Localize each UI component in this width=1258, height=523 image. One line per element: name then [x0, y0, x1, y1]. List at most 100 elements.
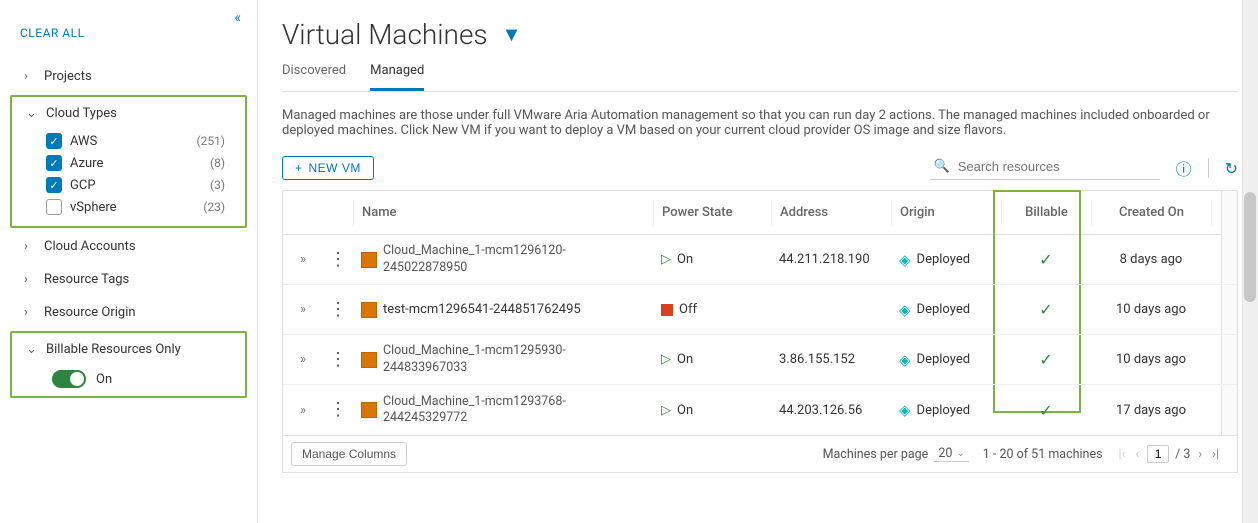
option-count: (251)	[196, 134, 225, 148]
table-row: » ⋮ Cloud_Machine_1-mcm1296120-245022878…	[283, 235, 1237, 285]
filter-header-cloud-types[interactable]: ⌄ Cloud Types	[12, 99, 245, 128]
new-vm-button[interactable]: + NEW VM	[282, 156, 374, 180]
play-icon: ▷	[661, 403, 671, 418]
created-on: 17 days ago	[1091, 403, 1211, 418]
refresh-icon[interactable]: ↻	[1225, 159, 1238, 178]
page-title: Virtual Machines	[282, 18, 488, 51]
per-page-value: 20	[938, 446, 952, 461]
billable-toggle[interactable]	[52, 370, 86, 388]
range-label: 1 - 20 of 51 machines	[983, 447, 1103, 462]
filter-resource-tags: › Resource Tags	[0, 263, 257, 296]
vm-icon	[361, 302, 377, 318]
power-state: On	[677, 252, 693, 267]
col-origin[interactable]: Origin	[891, 200, 1001, 226]
tabs: Discovered Managed	[282, 63, 1238, 92]
separator	[1208, 158, 1209, 178]
search-resources[interactable]: 🔍	[930, 156, 1160, 180]
expand-icon[interactable]: »	[300, 403, 306, 418]
row-menu-icon[interactable]: ⋮	[329, 251, 347, 269]
col-billable[interactable]: Billable	[1001, 200, 1091, 226]
clear-all-link[interactable]: CLEAR ALL	[0, 10, 257, 60]
check-icon: ✓	[1039, 300, 1052, 319]
cloud-type-aws[interactable]: ✓AWS (251)	[24, 130, 245, 152]
filter-label: Cloud Accounts	[44, 239, 136, 254]
origin-label: Deployed	[917, 403, 971, 418]
col-power[interactable]: Power State	[653, 200, 771, 226]
highlight-cloud-types: ⌄ Cloud Types ✓AWS (251) ✓Azure (8) ✓GCP…	[10, 95, 247, 228]
cloud-type-vsphere[interactable]: vSphere (23)	[24, 196, 245, 218]
check-icon: ✓	[1039, 250, 1052, 269]
vm-name[interactable]: Cloud_Machine_1-mcm1296120-245022878950	[383, 243, 645, 276]
chevron-down-icon: ⌄	[26, 106, 40, 121]
checkbox-icon[interactable]: ✓	[46, 155, 62, 171]
vm-name[interactable]: Cloud_Machine_1-mcm1293768-244245329772	[383, 394, 645, 427]
main-content: Virtual Machines ▼ Discovered Managed Ma…	[258, 0, 1258, 523]
vm-icon	[361, 352, 377, 368]
option-count: (3)	[210, 178, 225, 192]
option-count: (23)	[203, 200, 225, 214]
manage-columns-button[interactable]: Manage Columns	[291, 442, 407, 466]
vm-name[interactable]: Cloud_Machine_1-mcm1295930-244833967033	[383, 343, 645, 376]
table-row: » ⋮ Cloud_Machine_1-mcm1293768-244245329…	[283, 385, 1237, 435]
expand-icon[interactable]: »	[300, 252, 306, 267]
first-page-icon[interactable]: |‹	[1117, 447, 1128, 462]
per-page-select[interactable]: 20 ⌄	[934, 446, 968, 462]
vm-name[interactable]: test-mcm1296541-244851762495	[383, 302, 581, 317]
origin-label: Deployed	[917, 252, 971, 267]
chevron-down-icon: ⌄	[956, 448, 964, 459]
address: 3.86.155.152	[771, 352, 891, 367]
per-page-label: Machines per page	[823, 447, 929, 462]
filter-resource-origin: › Resource Origin	[0, 296, 257, 329]
checkbox-icon[interactable]: ✓	[46, 177, 62, 193]
row-menu-icon[interactable]: ⋮	[329, 301, 347, 319]
page-input[interactable]	[1147, 445, 1169, 463]
prev-page-icon[interactable]: ‹	[1133, 447, 1141, 462]
filter-projects: › Projects	[0, 60, 257, 93]
row-menu-icon[interactable]: ⋮	[329, 401, 347, 419]
stop-icon	[661, 304, 673, 316]
filter-header-cloud-accounts[interactable]: › Cloud Accounts	[0, 232, 257, 261]
filter-cloud-types: ⌄ Cloud Types ✓AWS (251) ✓Azure (8) ✓GCP…	[12, 97, 245, 226]
play-icon: ▷	[661, 252, 671, 267]
power-state: On	[677, 352, 693, 367]
filter-header-resource-tags[interactable]: › Resource Tags	[0, 265, 257, 294]
billable-toggle-row: On	[12, 364, 245, 394]
info-icon[interactable]: ⓘ	[1176, 156, 1192, 180]
page-scrollbar-thumb[interactable]	[1244, 192, 1256, 302]
created-on: 10 days ago	[1091, 352, 1211, 367]
checkbox-icon[interactable]	[46, 199, 62, 215]
filter-label: Billable Resources Only	[46, 342, 181, 357]
expand-icon[interactable]: »	[300, 302, 306, 317]
collapse-sidebar-icon[interactable]: «	[234, 10, 241, 26]
cloud-type-gcp[interactable]: ✓GCP (3)	[24, 174, 245, 196]
filter-header-resource-origin[interactable]: › Resource Origin	[0, 298, 257, 327]
filter-header-projects[interactable]: › Projects	[0, 62, 257, 91]
expand-icon[interactable]: »	[300, 352, 306, 367]
filter-icon[interactable]: ▼	[502, 22, 522, 47]
search-input[interactable]	[956, 158, 1156, 175]
highlight-billable: ⌄ Billable Resources Only On	[10, 331, 247, 398]
tab-discovered[interactable]: Discovered	[282, 63, 346, 91]
last-page-icon[interactable]: ›|	[1210, 447, 1221, 462]
checkbox-icon[interactable]: ✓	[46, 133, 62, 149]
table-row: » ⋮ test-mcm1296541-244851762495 Off ◈De…	[283, 285, 1237, 335]
cloud-type-azure[interactable]: ✓Azure (8)	[24, 152, 245, 174]
filter-cloud-accounts: › Cloud Accounts	[0, 230, 257, 263]
col-name[interactable]: Name	[353, 200, 653, 226]
table-footer: Manage Columns Machines per page 20 ⌄ 1 …	[282, 436, 1238, 473]
chevron-right-icon: ›	[24, 239, 38, 254]
next-page-icon[interactable]: ›	[1196, 447, 1204, 462]
tab-managed[interactable]: Managed	[370, 63, 424, 91]
created-on: 8 days ago	[1091, 252, 1211, 267]
filter-header-billable[interactable]: ⌄ Billable Resources Only	[12, 335, 245, 364]
button-label: NEW VM	[309, 161, 361, 175]
col-created[interactable]: Created On	[1091, 200, 1211, 226]
row-menu-icon[interactable]: ⋮	[329, 351, 347, 369]
plus-icon: +	[295, 161, 303, 175]
power-state: Off	[679, 302, 697, 317]
col-address[interactable]: Address	[771, 200, 891, 226]
address: 44.203.126.56	[771, 403, 891, 418]
filter-label: Resource Tags	[44, 272, 129, 287]
deployed-icon: ◈	[899, 251, 911, 269]
vm-icon	[361, 252, 377, 268]
